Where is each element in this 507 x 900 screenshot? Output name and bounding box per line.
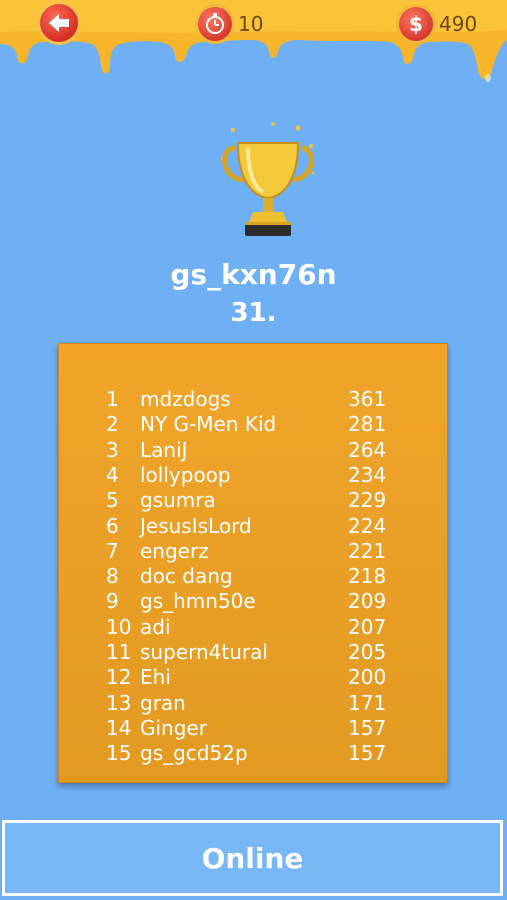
leaderboard-rank: 11 bbox=[106, 640, 132, 664]
leaderboard-name: LaniJ bbox=[140, 437, 188, 462]
back-button[interactable] bbox=[40, 4, 78, 42]
leaderboard-name: gs_gcd52p bbox=[140, 741, 248, 766]
leaderboard-score: 224 bbox=[348, 513, 387, 538]
leaderboard-score: 264 bbox=[348, 437, 387, 462]
leaderboard-score: 205 bbox=[348, 640, 387, 664]
player-rank: 31. bbox=[230, 298, 277, 328]
leaderboard-row: 3 LaniJ 264 bbox=[58, 438, 448, 463]
leaderboard-rank: 15 bbox=[106, 741, 132, 766]
leaderboard-name: gsumra bbox=[140, 488, 216, 513]
leaderboard-row: 9 gs_hmn50e 209 bbox=[58, 589, 448, 614]
leaderboard-name: mdzdogs bbox=[140, 387, 231, 411]
leaderboard-score: 234 bbox=[348, 462, 387, 487]
online-button[interactable]: Online bbox=[2, 820, 503, 896]
leaderboard-row: 6 JesusIsLord 224 bbox=[58, 514, 448, 539]
leaderboard-rank: 3 bbox=[106, 437, 119, 462]
leaderboard-row: 5 gsumra 229 bbox=[58, 488, 448, 513]
leaderboard-name: lollypoop bbox=[140, 462, 231, 487]
leaderboard-score: 207 bbox=[348, 614, 387, 639]
leaderboard-rank: 4 bbox=[106, 462, 119, 487]
leaderboard-rank: 10 bbox=[106, 614, 132, 639]
money-value: 490 bbox=[439, 12, 478, 36]
leaderboard-score: 281 bbox=[348, 412, 387, 437]
leaderboard-rank: 14 bbox=[106, 715, 132, 740]
dollar-icon: $ bbox=[399, 7, 433, 41]
leaderboard-score: 229 bbox=[348, 488, 387, 513]
timer-counter: 10 bbox=[198, 7, 263, 41]
player-username: gs_kxn76n bbox=[170, 258, 337, 291]
leaderboard-row: 13 gran 171 bbox=[58, 691, 448, 716]
leaderboard-name: engerz bbox=[140, 538, 209, 563]
leaderboard-name: doc dang bbox=[140, 564, 233, 589]
leaderboard-name: gs_hmn50e bbox=[140, 589, 256, 614]
leaderboard-panel: 1 mdzdogs 361 2 NY G-Men Kid 281 3 LaniJ 264 4 lol… bbox=[58, 343, 448, 783]
leaderboard-row: 1 mdzdogs 361 bbox=[58, 387, 448, 412]
money-counter: $ 490 bbox=[399, 7, 477, 41]
back-arrow-icon bbox=[49, 14, 69, 32]
leaderboard-name: gran bbox=[140, 690, 186, 715]
leaderboard-score: 361 bbox=[348, 387, 387, 411]
leaderboard-score: 171 bbox=[348, 690, 387, 715]
leaderboard-rank: 13 bbox=[106, 690, 132, 715]
leaderboard-row: 2 NY G-Men Kid 281 bbox=[58, 412, 448, 437]
leaderboard-name: Ginger bbox=[140, 715, 207, 740]
svg-text:$: $ bbox=[409, 12, 423, 36]
leaderboard-name: NY G-Men Kid bbox=[140, 412, 277, 437]
leaderboard-score: 218 bbox=[348, 564, 387, 589]
leaderboard-row: 12 Ehi 200 bbox=[58, 665, 448, 690]
stopwatch-icon bbox=[198, 7, 232, 41]
leaderboard-score: 200 bbox=[348, 665, 387, 690]
leaderboard-rank: 1 bbox=[106, 387, 119, 411]
leaderboard-rank: 6 bbox=[106, 513, 119, 538]
leaderboard-row: 10 adi 207 bbox=[58, 615, 448, 640]
leaderboard-name: adi bbox=[140, 614, 171, 639]
leaderboard-row: 8 doc dang 218 bbox=[58, 564, 448, 589]
leaderboard-row: 14 Ginger 157 bbox=[58, 716, 448, 741]
leaderboard-rank: 7 bbox=[106, 538, 119, 563]
leaderboard-rank: 9 bbox=[106, 589, 119, 614]
leaderboard-name: Ehi bbox=[140, 665, 171, 690]
leaderboard-score: 157 bbox=[348, 741, 387, 766]
leaderboard-rank: 12 bbox=[106, 665, 132, 690]
leaderboard-row: 11 supern4tural 205 bbox=[58, 640, 448, 665]
leaderboard-row: 15 gs_gcd52p 157 bbox=[58, 741, 448, 766]
leaderboard-rank: 5 bbox=[106, 488, 119, 513]
trophy-icon bbox=[221, 122, 315, 236]
leaderboard-row: 4 lollypoop 234 bbox=[58, 463, 448, 488]
leaderboard-rank: 2 bbox=[106, 412, 119, 437]
leaderboard-name: supern4tural bbox=[140, 640, 268, 664]
leaderboard-rank: 8 bbox=[106, 564, 119, 589]
leaderboard-row: 7 engerz 221 bbox=[58, 539, 448, 564]
leaderboard-score: 157 bbox=[348, 715, 387, 740]
timer-value: 10 bbox=[238, 12, 264, 36]
leaderboard-score: 209 bbox=[348, 589, 387, 614]
leaderboard-score: 221 bbox=[348, 538, 387, 563]
leaderboard-name: JesusIsLord bbox=[140, 513, 252, 538]
